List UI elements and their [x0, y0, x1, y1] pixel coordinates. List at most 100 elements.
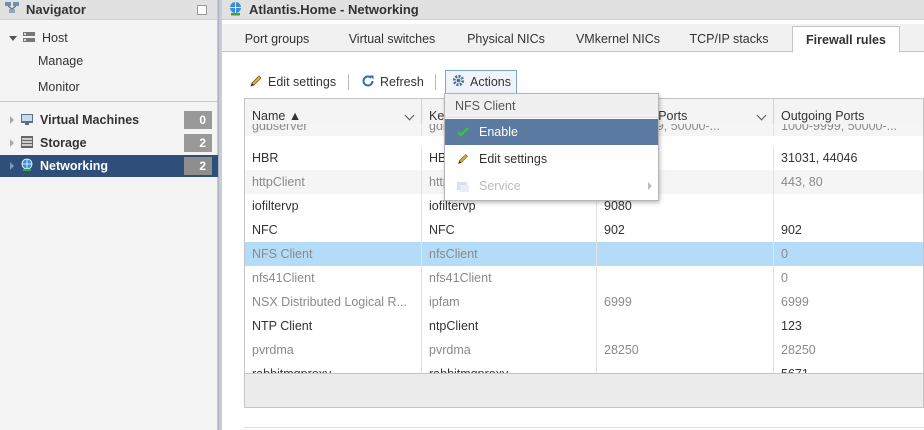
- divider: [0, 101, 218, 102]
- refresh-button[interactable]: Refresh: [360, 70, 424, 94]
- vm-label: Virtual Machines: [40, 113, 140, 127]
- tab-virtual-switches[interactable]: Virtual switches: [334, 26, 450, 52]
- actions-menu: NFS Client Enable Edit settings Service: [444, 93, 659, 201]
- table-cell: NSX Distributed Logical R...: [245, 290, 422, 314]
- checkmark-icon: [455, 124, 471, 140]
- menu-item-label: Enable: [479, 125, 518, 139]
- table-cell: gdbserver: [245, 124, 422, 136]
- table-cell: 6999: [597, 290, 774, 314]
- table-row[interactable]: pvrdma pvrdma 28250 28250: [245, 338, 923, 362]
- refresh-label: Refresh: [380, 75, 424, 89]
- menu-item-edit-settings[interactable]: Edit settings: [445, 146, 658, 172]
- host-label: Host: [42, 31, 68, 45]
- table-cell: nfs41Client: [245, 266, 422, 290]
- table-cell: HBR: [245, 146, 422, 170]
- tab-tcpip-stacks[interactable]: TCP/IP stacks: [682, 26, 776, 52]
- vm-icon: [20, 112, 34, 129]
- table-row[interactable]: NFS Client nfsClient 0: [245, 242, 923, 266]
- table-cell: [597, 266, 774, 290]
- table-cell: 31031, 44046: [781, 151, 858, 165]
- storage-icon: [20, 135, 34, 152]
- table-cell: pvrdma: [245, 338, 422, 362]
- tab-firewall-rules[interactable]: Firewall rules: [792, 26, 900, 53]
- table-cell: 28250: [597, 338, 774, 362]
- nav-host[interactable]: Host: [0, 27, 218, 49]
- nav-manage[interactable]: Manage: [0, 50, 218, 72]
- table-cell: 0: [781, 271, 788, 285]
- nav-monitor[interactable]: Monitor: [0, 76, 218, 98]
- networking-globe-icon: [228, 1, 243, 19]
- table-row[interactable]: NSX Distributed Logical R... ipfam 6999 699…: [245, 290, 923, 314]
- chevron-down-icon[interactable]: [756, 110, 767, 121]
- storage-count-badge: 2: [184, 134, 212, 152]
- table-cell: 28250: [781, 343, 816, 357]
- host-icon: [22, 30, 36, 47]
- table-cell: ipfam: [422, 290, 597, 314]
- caret-right-icon[interactable]: [10, 116, 14, 124]
- table-cell: iofiltervp: [245, 194, 422, 218]
- table-cell: 902: [597, 218, 774, 242]
- storage-label: Storage: [40, 136, 87, 150]
- table-cell: NFC: [245, 218, 422, 242]
- actions-button[interactable]: Actions: [445, 70, 517, 94]
- table-cell: 902: [781, 223, 802, 237]
- table-cell: 443, 80: [781, 175, 823, 189]
- toolbar-separator: [435, 74, 436, 90]
- networking-count-badge: 2: [184, 157, 212, 175]
- tab-port-groups[interactable]: Port groups: [232, 26, 322, 52]
- column-header-label: Name ▲: [252, 109, 302, 123]
- table-row[interactable]: nfs41Client nfs41Client 0: [245, 266, 923, 290]
- toolbar-separator: [348, 74, 349, 90]
- refresh-icon: [360, 73, 376, 92]
- pin-icon[interactable]: [197, 4, 207, 15]
- networking-label: Networking: [40, 159, 109, 173]
- pencil-icon: [455, 151, 471, 167]
- nav-virtual-machines[interactable]: Virtual Machines 0: [0, 109, 218, 131]
- caret-right-icon[interactable]: [10, 162, 14, 170]
- monitor-label: Monitor: [38, 80, 80, 94]
- edit-settings-button[interactable]: Edit settings: [248, 70, 336, 94]
- chevron-right-icon: [648, 182, 652, 190]
- table-cell: NFC: [422, 218, 597, 242]
- pencil-icon: [248, 73, 264, 92]
- table-cell: pvrdma: [422, 338, 597, 362]
- toolbar: Edit settings Refresh Actions: [244, 70, 904, 94]
- table-cell: nfsClient: [422, 242, 597, 266]
- table-cell: 6999: [781, 295, 809, 309]
- navigator-icon: [4, 1, 20, 18]
- tab-vmkernel-nics[interactable]: VMkernel NICs: [570, 26, 666, 52]
- column-header-label: Outgoing Ports: [781, 109, 865, 123]
- table-cell: NFS Client: [245, 242, 422, 266]
- table-row[interactable]: NFC NFC 902 902: [245, 218, 923, 242]
- navigator-panel: Navigator Host Manage Monitor Virtual Ma…: [0, 0, 218, 430]
- table-cell: [774, 194, 923, 218]
- table-cell: nfs41Client: [422, 266, 597, 290]
- caret-down-icon[interactable]: [9, 35, 17, 41]
- table-footer: [245, 373, 923, 407]
- edit-settings-label: Edit settings: [268, 75, 337, 89]
- service-icon: [455, 178, 471, 194]
- table-cell: [597, 314, 774, 338]
- table-cell: 0: [781, 247, 788, 261]
- gear-icon: [451, 73, 466, 91]
- page-title: Atlantis.Home - Networking: [249, 2, 419, 17]
- networking-icon: [20, 158, 34, 175]
- table-cell: httpClient: [245, 170, 422, 194]
- navigator-header: Navigator: [0, 0, 217, 20]
- tab-bar: Port groups Virtual switches Physical NI…: [222, 24, 924, 53]
- chevron-down-icon[interactable]: [404, 110, 415, 121]
- table-row[interactable]: NTP Client ntpClient 123: [245, 314, 923, 338]
- nav-networking[interactable]: Networking 2: [0, 155, 218, 177]
- caret-right-icon[interactable]: [10, 139, 14, 147]
- menu-item-label: Service: [479, 179, 521, 193]
- nav-storage[interactable]: Storage 2: [0, 132, 218, 154]
- tab-physical-nics[interactable]: Physical NICs: [458, 26, 554, 52]
- table-cell: [597, 242, 774, 266]
- actions-label: Actions: [470, 75, 511, 89]
- vm-count-badge: 0: [184, 111, 212, 129]
- table-cell: NTP Client: [245, 314, 422, 338]
- menu-item-enable[interactable]: Enable: [445, 119, 658, 145]
- divider: [244, 427, 924, 428]
- title-bar: Atlantis.Home - Networking: [222, 0, 924, 20]
- menu-item-service[interactable]: Service: [445, 173, 658, 199]
